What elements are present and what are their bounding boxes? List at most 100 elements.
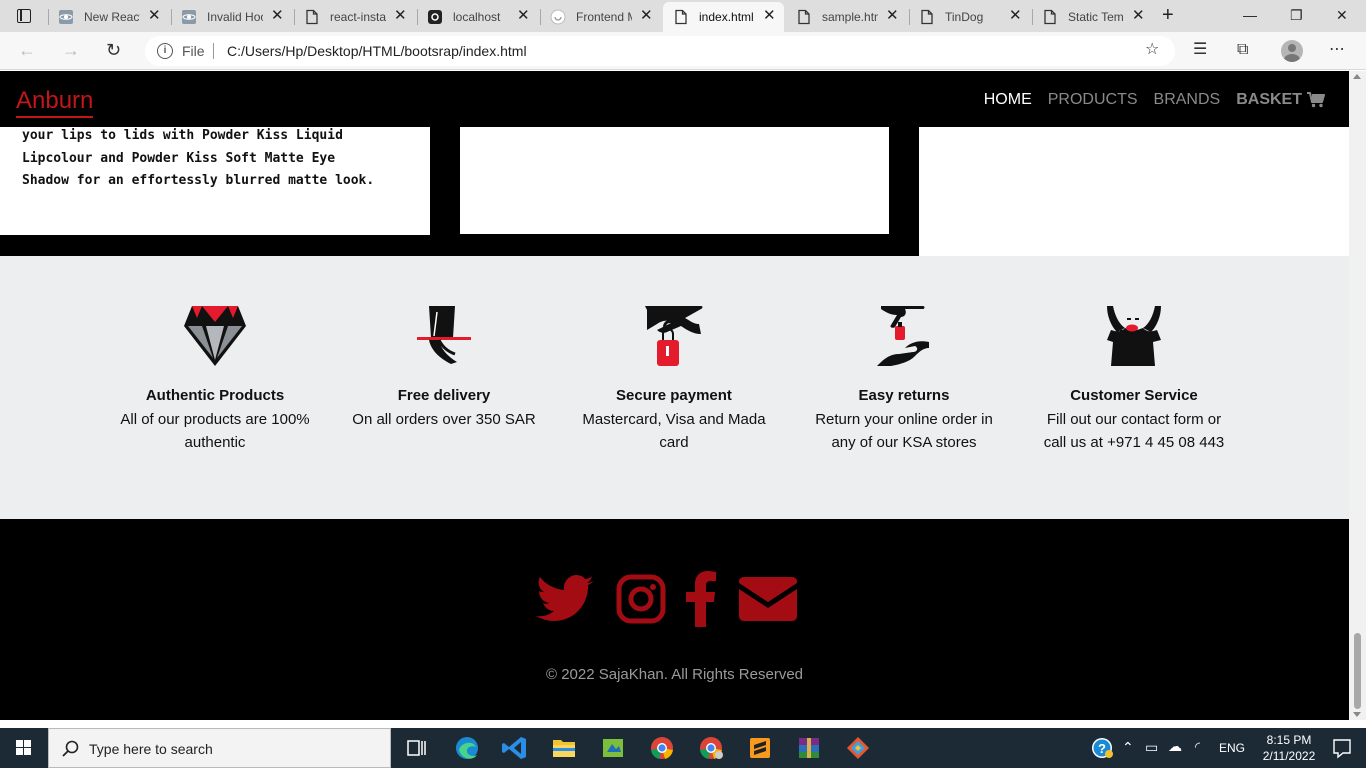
delivery-hand-icon <box>417 306 471 364</box>
nav-basket[interactable]: BASKET <box>1236 90 1325 110</box>
brand-logo[interactable]: Anburn <box>16 87 94 118</box>
social-links <box>536 571 800 627</box>
info-icon[interactable]: i <box>157 43 173 59</box>
address-bar[interactable]: i File C:/Users/Hp/Desktop/HTML/bootsrap… <box>145 36 1175 66</box>
taskbar-search-box[interactable]: Type here to search <box>48 728 391 768</box>
app-icon[interactable] <box>589 728 637 768</box>
winrar-icon[interactable] <box>785 728 833 768</box>
tab-close-icon[interactable]: ✕ <box>763 8 776 24</box>
feature-title: Customer Service <box>1070 387 1198 404</box>
feature-description: On all orders over 350 SAR <box>352 411 536 428</box>
page-scrollbar[interactable] <box>1349 71 1366 720</box>
tab-frontend[interactable]: Frontend M ✕ <box>540 2 661 32</box>
tab-localhost[interactable]: localhost ✕ <box>417 2 538 32</box>
tab-close-icon[interactable]: ✕ <box>1009 8 1022 24</box>
notifications-icon[interactable] <box>1318 728 1366 768</box>
show-hidden-icons[interactable]: ⌃ <box>1122 740 1134 754</box>
tab-static-template[interactable]: Static Temp ✕ <box>1032 2 1153 32</box>
nav-products[interactable]: PRODUCTS <box>1048 90 1138 110</box>
tab-title: react-insta <box>330 10 386 24</box>
page-icon <box>675 9 687 25</box>
clock-date: 2/11/2022 <box>1262 749 1316 763</box>
features-section: Authentic Products All of our products a… <box>0 256 1349 519</box>
language-indicator[interactable]: ENG <box>1219 741 1245 755</box>
sublime-text-icon[interactable] <box>736 728 784 768</box>
back-button[interactable]: ← <box>18 40 36 60</box>
copyright-text: © 2022 SajaKhan. All Rights Reserved <box>545 666 804 683</box>
feature-title: Secure payment <box>616 387 732 404</box>
nav-basket-label: BASKET <box>1236 91 1302 108</box>
new-tab-button[interactable]: + <box>1162 5 1174 25</box>
add-favorite-icon[interactable]: ☆ <box>1145 41 1159 59</box>
feature-description: Return your online order in any of our K… <box>815 411 993 451</box>
tab-invalid-hook[interactable]: Invalid Hook ✕ <box>171 2 292 32</box>
file-explorer-icon[interactable] <box>540 728 588 768</box>
page-icon <box>798 9 810 25</box>
tab-actions-icon <box>17 9 31 23</box>
tab-close-icon[interactable]: ✕ <box>640 8 653 24</box>
tab-close-icon[interactable]: ✕ <box>271 8 284 24</box>
tab-sample-html[interactable]: sample.html ✕ <box>786 2 907 32</box>
tab-new-react[interactable]: New React ✕ <box>48 2 169 32</box>
battery-icon[interactable]: ▭ <box>1145 740 1158 754</box>
feature-returns: Easy returns Return your online order in… <box>799 304 1009 454</box>
tab-title: sample.html <box>822 10 878 24</box>
email-icon[interactable] <box>739 577 797 621</box>
app-icon[interactable] <box>834 728 882 768</box>
refresh-button[interactable]: ↻ <box>106 40 121 60</box>
taskbar-clock[interactable]: 8:15 PM 2/11/2022 <box>1254 732 1324 764</box>
more-menu-icon[interactable]: ⋯ <box>1329 41 1345 59</box>
tab-index-html[interactable]: index.html ✕ <box>663 2 784 32</box>
profile-avatar[interactable] <box>1281 40 1303 62</box>
clock-time: 8:15 PM <box>1266 733 1312 747</box>
svg-text:?: ? <box>1098 741 1106 756</box>
twitter-icon[interactable] <box>536 571 596 627</box>
scrollbar-thumb[interactable] <box>1354 633 1361 709</box>
vscode-app-icon[interactable] <box>492 728 540 768</box>
windows-start-icon[interactable] <box>0 728 48 768</box>
wifi-icon[interactable]: ◜ <box>1195 740 1200 754</box>
windows-taskbar: Type here to search ? ⌃ ▭ ☁ ◜ ENG 8:15 P… <box>0 728 1366 768</box>
favorites-icon[interactable]: ☰ <box>1193 41 1207 59</box>
tab-tindog[interactable]: TinDog ✕ <box>909 2 1030 32</box>
feature-description: All of our products are 100% authentic <box>120 411 310 451</box>
tab-react-insta[interactable]: react-insta ✕ <box>294 2 415 32</box>
tab-close-icon[interactable]: ✕ <box>148 8 161 24</box>
nav-brands[interactable]: BRANDS <box>1154 90 1221 110</box>
restore-button[interactable]: ❐ <box>1290 6 1303 24</box>
instagram-icon[interactable] <box>616 574 666 624</box>
feature-description: Mastercard, Visa and Mada card <box>582 411 766 451</box>
collections-icon[interactable]: ⧉ <box>1237 41 1248 59</box>
feature-title: Free delivery <box>397 387 491 404</box>
tab-close-icon[interactable]: ✕ <box>517 8 530 24</box>
close-window-button[interactable]: ✕ <box>1336 6 1348 24</box>
feature-authentic: Authentic Products All of our products a… <box>110 304 320 454</box>
tab-title: Static Temp <box>1068 10 1124 24</box>
feature-title: Easy returns <box>858 387 950 404</box>
task-view-icon[interactable] <box>392 728 440 768</box>
facebook-icon[interactable] <box>686 571 718 627</box>
scroll-down-icon[interactable] <box>1353 712 1361 717</box>
chrome-profile-app-icon[interactable] <box>687 728 735 768</box>
tab-title: TinDog <box>945 10 984 24</box>
scroll-up-icon[interactable] <box>1353 74 1361 79</box>
tab-close-icon[interactable]: ✕ <box>394 8 407 24</box>
minimize-button[interactable]: — <box>1243 6 1257 24</box>
feature-payment: Secure payment Mastercard, Visa and Mada… <box>569 304 779 454</box>
onedrive-icon[interactable]: ☁ <box>1168 739 1182 753</box>
forward-button[interactable]: → <box>62 40 80 60</box>
edge-app-icon[interactable] <box>443 728 491 768</box>
url-text[interactable]: C:/Users/Hp/Desktop/HTML/bootsrap/index.… <box>227 43 527 59</box>
chrome-app-icon[interactable] <box>638 728 686 768</box>
page-icon <box>306 9 318 25</box>
page-icon <box>921 9 933 25</box>
tab-title: Invalid Hook <box>207 10 263 24</box>
nav-home[interactable]: HOME <box>984 90 1032 110</box>
frontend-icon <box>550 9 566 25</box>
tab-close-icon[interactable]: ✕ <box>1132 8 1145 24</box>
cart-icon <box>1307 92 1325 108</box>
tab-actions-button[interactable] <box>8 4 40 28</box>
tab-close-icon[interactable]: ✕ <box>886 8 899 24</box>
help-icon[interactable]: ? <box>1088 728 1116 768</box>
browser-toolbar: ← → ↻ i File C:/Users/Hp/Desktop/HTML/bo… <box>0 32 1366 70</box>
